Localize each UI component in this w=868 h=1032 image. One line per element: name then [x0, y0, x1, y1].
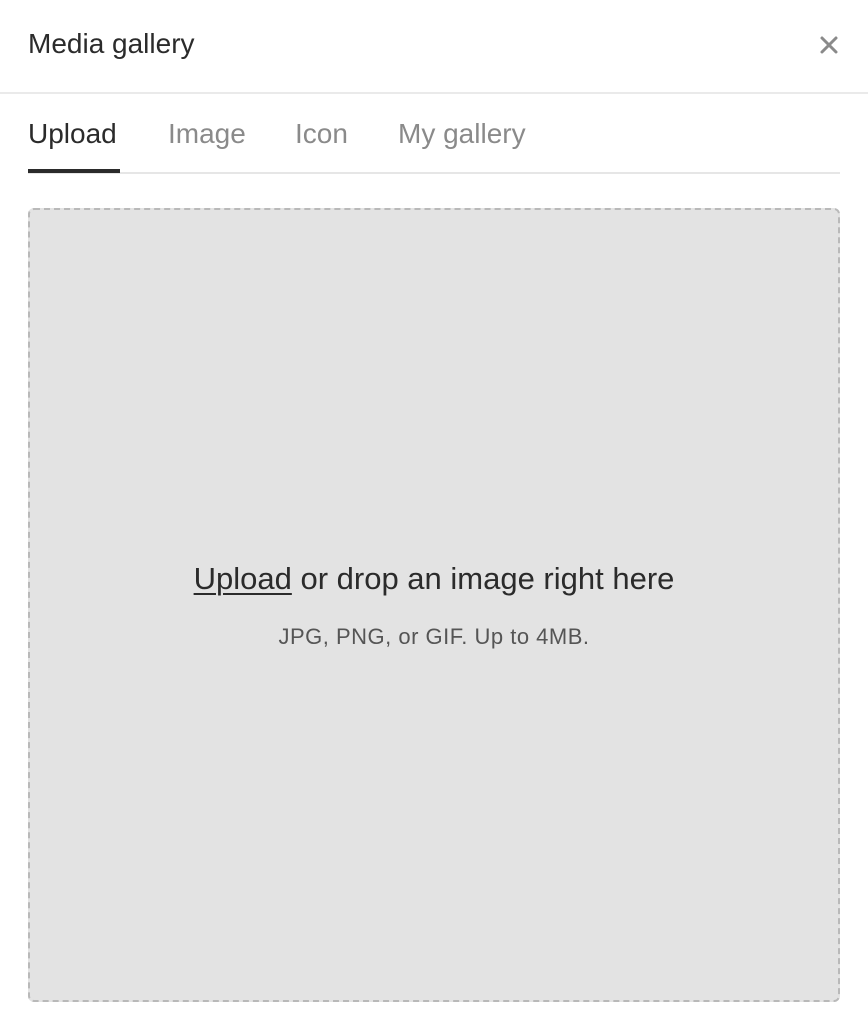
- tab-my-gallery[interactable]: My gallery: [398, 114, 526, 154]
- upload-dropzone[interactable]: Upload or drop an image right here JPG, …: [28, 208, 840, 1002]
- tab-upload[interactable]: Upload: [28, 114, 117, 154]
- dropzone-instructions: Upload or drop an image right here: [30, 559, 838, 599]
- tab-bar: Upload Image Icon My gallery: [28, 94, 840, 174]
- dialog-header: Media gallery: [0, 0, 868, 94]
- dropzone-main-text: or drop an image right here: [291, 561, 675, 596]
- active-tab-indicator: [28, 169, 120, 173]
- close-button[interactable]: [812, 28, 846, 62]
- media-gallery-dialog: Media gallery Upload Image Icon My galle…: [0, 0, 868, 1032]
- dropzone-hint: JPG, PNG, or GIF. Up to 4MB.: [278, 624, 590, 649]
- tab-icon[interactable]: Icon: [295, 114, 348, 154]
- dialog-title: Media gallery: [28, 28, 195, 59]
- upload-link[interactable]: Upload: [194, 561, 292, 596]
- tab-image[interactable]: Image: [168, 114, 246, 154]
- close-icon: [820, 36, 838, 54]
